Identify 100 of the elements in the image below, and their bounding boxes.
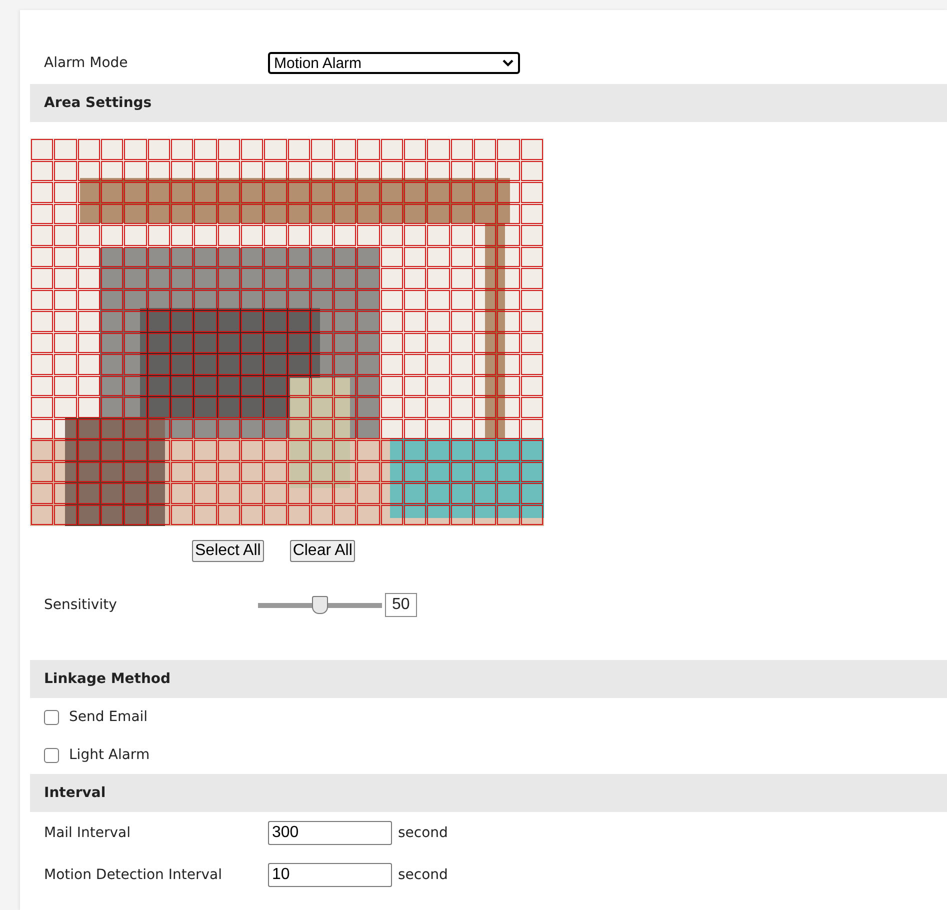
detection-grid-cell[interactable] [124, 225, 147, 246]
detection-grid-cell[interactable] [264, 418, 286, 439]
detection-grid-cell[interactable] [194, 139, 217, 160]
detection-grid-cell[interactable] [31, 462, 54, 482]
detection-grid-cell[interactable] [218, 418, 240, 439]
detection-grid-cell[interactable] [218, 204, 240, 224]
detection-grid-cell[interactable] [427, 418, 450, 439]
detection-grid-cell[interactable] [310, 290, 334, 310]
detection-grid-cell[interactable] [240, 462, 264, 482]
detection-grid-cell[interactable] [264, 290, 286, 310]
detection-grid-cell[interactable] [404, 225, 426, 246]
detection-grid-cell[interactable] [240, 354, 264, 374]
detection-grid-cell[interactable] [31, 246, 54, 267]
detection-grid-cell[interactable] [427, 204, 450, 224]
detection-grid-cell[interactable] [520, 182, 543, 202]
detection-grid-cell[interactable] [218, 376, 240, 396]
detection-grid-cell[interactable] [474, 246, 496, 267]
detection-grid-cell[interactable] [497, 246, 520, 267]
detection-grid-cell[interactable] [288, 504, 310, 525]
detection-grid-cell[interactable] [54, 440, 77, 460]
detection-grid-cell[interactable] [404, 504, 426, 525]
detection-grid-cell[interactable] [427, 290, 450, 310]
detection-grid-cell[interactable] [148, 462, 170, 482]
detection-grid-cell[interactable] [357, 440, 380, 460]
detection-grid-cell[interactable] [520, 376, 543, 396]
detection-grid-cell[interactable] [148, 397, 170, 418]
detection-grid-cell[interactable] [380, 504, 404, 525]
detection-grid-cell[interactable] [54, 462, 77, 482]
detection-grid-cell[interactable] [78, 376, 100, 396]
detection-grid-cell[interactable] [31, 225, 54, 246]
detection-grid-cell[interactable] [288, 160, 310, 181]
detection-grid-cell[interactable] [497, 268, 520, 288]
detection-grid-cell[interactable] [240, 268, 264, 288]
detection-grid-cell[interactable] [334, 440, 356, 460]
detection-grid-cell[interactable] [194, 246, 217, 267]
detection-grid-cell[interactable] [264, 332, 286, 353]
detection-grid-cell[interactable] [404, 204, 426, 224]
detection-grid-cell[interactable] [288, 268, 310, 288]
detection-grid-cell[interactable] [78, 462, 100, 482]
detection-grid-cell[interactable] [124, 182, 147, 202]
detection-grid-cell[interactable] [218, 268, 240, 288]
detection-grid-cell[interactable] [497, 182, 520, 202]
detection-grid-cell[interactable] [31, 332, 54, 353]
detection-grid-cell[interactable] [357, 268, 380, 288]
detection-grid-cell[interactable] [357, 160, 380, 181]
detection-grid-cell[interactable] [427, 440, 450, 460]
detection-grid-cell[interactable] [310, 311, 334, 332]
detection-grid-cell[interactable] [450, 354, 474, 374]
detection-grid-cell[interactable] [474, 182, 496, 202]
detection-grid-cell[interactable] [148, 246, 170, 267]
detection-grid-cell[interactable] [31, 440, 54, 460]
detection-grid-cell[interactable] [100, 160, 124, 181]
detection-grid-cell[interactable] [497, 290, 520, 310]
detection-grid-cell[interactable] [497, 418, 520, 439]
detection-grid-cell[interactable] [288, 290, 310, 310]
detection-grid-cell[interactable] [194, 418, 217, 439]
detection-grid-cell[interactable] [148, 204, 170, 224]
detection-grid-cell[interactable] [357, 397, 380, 418]
detection-grid-cell[interactable] [240, 182, 264, 202]
detection-grid-cell[interactable] [124, 462, 147, 482]
detection-grid-cell[interactable] [124, 440, 147, 460]
detection-grid-cell[interactable] [310, 160, 334, 181]
detection-grid-cell[interactable] [497, 397, 520, 418]
detection-grid-cell[interactable] [450, 204, 474, 224]
detection-grid-cell[interactable] [450, 225, 474, 246]
detection-grid-cell[interactable] [100, 504, 124, 525]
detection-grid-cell[interactable] [404, 290, 426, 310]
detection-grid-cell[interactable] [450, 332, 474, 353]
detection-grid-cell[interactable] [124, 504, 147, 525]
detection-grid-cell[interactable] [474, 311, 496, 332]
detection-grid-cell[interactable] [427, 225, 450, 246]
detection-grid-cell[interactable] [264, 182, 286, 202]
detection-grid-cell[interactable] [450, 504, 474, 525]
detection-grid-cell[interactable] [170, 397, 194, 418]
detection-grid-cell[interactable] [334, 483, 356, 504]
detection-grid-cell[interactable] [240, 376, 264, 396]
detection-grid-cell[interactable] [100, 483, 124, 504]
detection-grid-cell[interactable] [357, 483, 380, 504]
detection-grid-cell[interactable] [31, 376, 54, 396]
detection-grid-cell[interactable] [78, 204, 100, 224]
detection-grid-cell[interactable] [124, 376, 147, 396]
detection-grid-cell[interactable] [194, 397, 217, 418]
detection-grid-cell[interactable] [380, 311, 404, 332]
detection-grid-cell[interactable] [240, 311, 264, 332]
detection-grid-cell[interactable] [334, 204, 356, 224]
detection-grid-cell[interactable] [78, 225, 100, 246]
detection-grid-cell[interactable] [194, 311, 217, 332]
detection-grid-cell[interactable] [100, 246, 124, 267]
detection-grid-cell[interactable] [124, 139, 147, 160]
detection-grid-cell[interactable] [31, 354, 54, 374]
detection-grid-cell[interactable] [380, 354, 404, 374]
detection-grid-cell[interactable] [474, 354, 496, 374]
detection-grid-cell[interactable] [380, 376, 404, 396]
detection-grid-cell[interactable] [264, 376, 286, 396]
detection-grid-cell[interactable] [310, 139, 334, 160]
detection-grid-cell[interactable] [240, 139, 264, 160]
detection-grid-cell[interactable] [194, 462, 217, 482]
detection-grid-cell[interactable] [474, 483, 496, 504]
detection-grid-cell[interactable] [450, 376, 474, 396]
detection-grid-cell[interactable] [78, 483, 100, 504]
